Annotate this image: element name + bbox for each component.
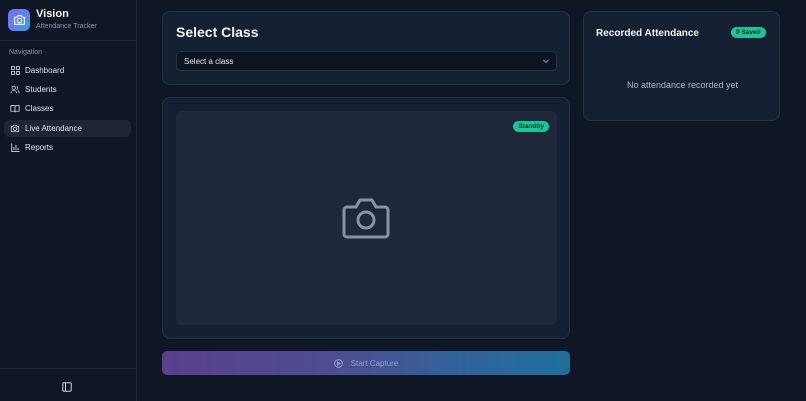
start-capture-label: Start Capture: [350, 358, 399, 368]
sidebar-nav: Dashboard Students Classes Live Attendan…: [4, 62, 131, 158]
saved-count-badge: 0 Saved: [731, 27, 766, 38]
class-select[interactable]: Select a class: [176, 51, 557, 71]
brand: Vision Attendance Tracker: [8, 8, 97, 32]
nav-heading: Navigation: [9, 49, 43, 56]
users-icon: [10, 85, 20, 95]
divider: [0, 368, 136, 369]
camera-preview: Standby: [176, 111, 557, 325]
camera-icon: [10, 123, 20, 133]
select-class-panel: Select Class Select a class: [162, 11, 570, 85]
brand-title: Vision: [36, 8, 69, 20]
select-class-title: Select Class: [176, 24, 259, 40]
start-capture-button[interactable]: Start Capture: [162, 351, 570, 375]
recorded-attendance-title: Recorded Attendance: [596, 28, 699, 39]
sidebar-toggle-icon[interactable]: [62, 379, 73, 392]
class-select-value: Select a class: [184, 56, 234, 66]
sidebar-item-dashboard[interactable]: Dashboard: [4, 62, 131, 79]
sidebar-item-reports[interactable]: Reports: [4, 139, 131, 156]
recorded-attendance-panel: Recorded Attendance 0 Saved No attendanc…: [583, 11, 780, 121]
camera-icon: [8, 9, 30, 31]
sidebar-item-live-attendance[interactable]: Live Attendance: [4, 119, 131, 137]
status-badge: Standby: [513, 121, 549, 132]
brand-subtitle: Attendance Tracker: [36, 23, 97, 30]
play-circle-icon: [333, 358, 343, 368]
sidebar-item-label: Dashboard: [25, 66, 65, 75]
chevron-down-icon: [542, 57, 550, 65]
sidebar: Vision Attendance Tracker Navigation Das…: [0, 0, 137, 401]
book-icon: [10, 104, 20, 114]
camera-panel: Standby: [162, 97, 570, 339]
grid-icon: [10, 66, 20, 76]
sidebar-item-label: Reports: [25, 142, 54, 152]
bar-chart-icon: [10, 142, 20, 152]
sidebar-item-label: Classes: [25, 104, 54, 114]
empty-state-text: No attendance recorded yet: [626, 80, 739, 90]
sidebar-item-label: Students: [25, 85, 57, 95]
camera-icon: [342, 196, 390, 240]
divider: [0, 40, 136, 41]
sidebar-item-students[interactable]: Students: [4, 81, 131, 98]
sidebar-item-classes[interactable]: Classes: [4, 100, 131, 117]
sidebar-item-label: Live Attendance: [25, 123, 82, 133]
